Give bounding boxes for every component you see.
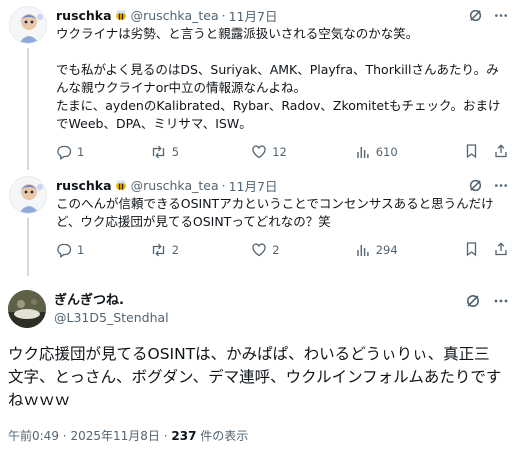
more-options-icon[interactable] [493, 8, 509, 23]
like-button[interactable]: 2 [251, 242, 354, 258]
separator-dot: · [62, 429, 67, 443]
thread-connector-line [27, 218, 29, 276]
views-button[interactable]: 294 [355, 242, 464, 258]
user-handle[interactable]: @L31D5_Stendhal [54, 309, 169, 326]
views-chart-icon [356, 147, 369, 158]
main-tweet: ぎんぎつね. @L31D5_Stendhal ウク応援団が見てるOSINTは、か… [0, 287, 521, 444]
reply-count: 1 [77, 243, 85, 257]
like-count: 12 [272, 145, 287, 159]
reply-count: 1 [77, 145, 85, 159]
tweet-thread: ruschka @ruschka_tea · 11月7日 ウクライナは劣勢、と言… [0, 0, 521, 449]
separator-dot: · [221, 7, 226, 23]
more-options-icon[interactable] [493, 293, 509, 309]
action-bar: 1 5 12 610 [56, 139, 509, 165]
reply-button[interactable]: 1 [56, 242, 150, 258]
tweet-text: このへんが信頼できるOSINTアカということでコンセンサスあると思うんだけど、ウ… [56, 196, 494, 229]
tweet-text: ウクライナは劣勢、と言うと親露派扱いされる空気なのかな笑。 でも私がよく見るのは… [56, 26, 501, 131]
bee-icon [114, 8, 128, 22]
reply-icon [57, 145, 72, 160]
grok-icon[interactable] [468, 8, 483, 23]
share-icon[interactable] [493, 241, 509, 260]
reply-button[interactable]: 1 [56, 144, 150, 160]
main-tweet-header: ぎんぎつね. @L31D5_Stendhal [8, 287, 509, 331]
repost-button[interactable]: 2 [150, 242, 252, 258]
view-count: 294 [375, 243, 398, 257]
tweet-time[interactable]: 午前0:49 [8, 429, 59, 443]
avatar[interactable] [8, 290, 46, 328]
repost-count: 5 [171, 145, 180, 159]
reply-tweet[interactable]: ruschka @ruschka_tea · 11月7日 ウクライナは劣勢、と言… [0, 0, 521, 170]
tweet-date[interactable]: 2025年11月8日 [70, 429, 159, 443]
heart-icon [252, 145, 266, 159]
tweet-header: ruschka @ruschka_tea · 11月7日 [56, 6, 509, 24]
repost-icon [152, 243, 164, 257]
bee-icon [114, 178, 128, 192]
repost-button[interactable]: 5 [150, 144, 252, 160]
grok-icon[interactable] [465, 293, 481, 309]
bookmark-icon[interactable] [464, 143, 479, 162]
user-handle[interactable]: @ruschka_tea [131, 8, 219, 23]
grok-icon[interactable] [468, 178, 483, 193]
bookmark-icon[interactable] [464, 241, 479, 260]
tweet-meta: 午前0:49 · 2025年11月8日 · 237 件の表示 [8, 427, 509, 444]
reply-tweet[interactable]: ruschka @ruschka_tea · 11月7日 このへんが信頼できるO… [0, 170, 521, 276]
share-icon[interactable] [493, 143, 509, 162]
views-label: 件の表示 [196, 429, 249, 443]
display-name[interactable]: ruschka [56, 178, 112, 193]
avatar[interactable] [9, 176, 47, 214]
view-count: 610 [375, 145, 398, 159]
separator-dot: · [163, 429, 168, 443]
more-options-icon[interactable] [493, 178, 509, 193]
tweet-date[interactable]: 11月7日 [229, 176, 278, 195]
views-chart-icon [356, 245, 369, 256]
like-button[interactable]: 12 [251, 144, 354, 160]
tweet-date[interactable]: 11月7日 [229, 6, 278, 25]
action-bar: 1 2 2 294 [56, 237, 509, 263]
like-count: 2 [272, 243, 280, 257]
thread-connector-line [27, 48, 29, 170]
display-name[interactable]: ruschka [56, 8, 112, 23]
repost-icon [152, 145, 164, 159]
tweet-header: ruschka @ruschka_tea · 11月7日 [56, 176, 509, 194]
avatar-column [8, 176, 48, 276]
heart-icon [252, 243, 266, 257]
avatar[interactable] [9, 6, 47, 44]
user-handle[interactable]: @ruschka_tea [131, 178, 219, 193]
repost-count: 2 [171, 243, 180, 257]
view-count: 237 [171, 429, 197, 443]
tweet-text: ウク応援団が見てるOSINTは、かみぱぱ、わいるどうぃりぃ、真正三文字、とっさん… [8, 345, 502, 409]
avatar-column [8, 6, 48, 170]
display-name[interactable]: ぎんぎつね. [54, 292, 169, 309]
views-button[interactable]: 610 [355, 144, 464, 160]
separator-dot: · [221, 177, 226, 193]
reply-icon [57, 243, 72, 258]
